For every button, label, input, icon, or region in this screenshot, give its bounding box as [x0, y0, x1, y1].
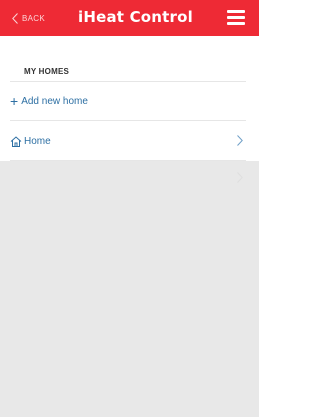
section-title: MY HOMES: [24, 67, 70, 76]
page-title: iHeat Control: [78, 8, 193, 26]
plus-icon: +: [10, 93, 19, 109]
add-new-home-button[interactable]: + Add new home: [10, 92, 246, 110]
chevron-left-icon: [12, 12, 18, 24]
chevron-right-icon: [237, 172, 243, 183]
home-list-item[interactable]: Home: [10, 133, 246, 149]
back-label: BACK: [22, 13, 45, 23]
divider: [10, 81, 246, 82]
chevron-right-icon: [237, 135, 243, 146]
home-name: Home: [24, 135, 51, 147]
my-homes-panel: MY HOMES + Add new home Home: [0, 36, 259, 161]
hamburger-menu-icon[interactable]: [227, 10, 245, 25]
back-button[interactable]: BACK: [12, 10, 45, 26]
divider: [10, 120, 246, 121]
house-icon: [10, 135, 22, 147]
add-new-home-label: Add new home: [21, 95, 88, 107]
app-header: BACK iHeat Control: [0, 0, 259, 36]
empty-content-area: [0, 161, 259, 417]
